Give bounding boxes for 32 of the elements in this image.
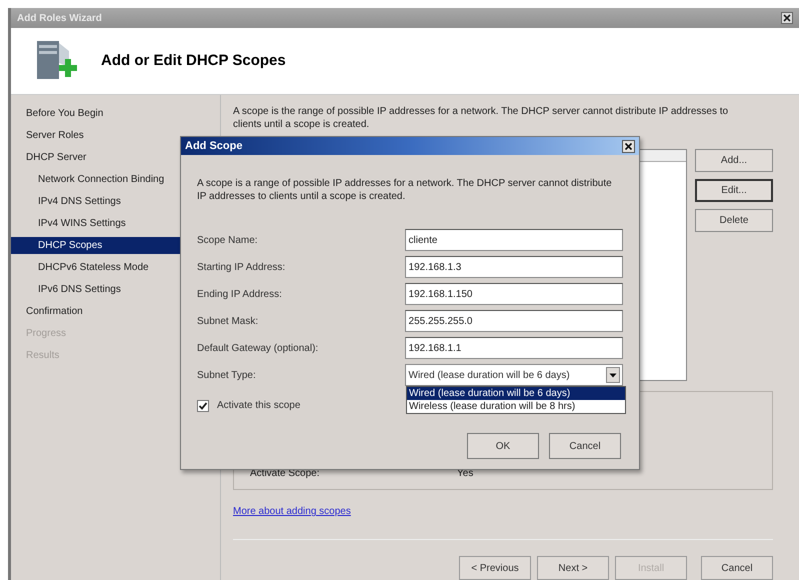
input-field[interactable]: 255.255.255.0 [404,310,623,332]
scope-button[interactable]: Add... [695,149,773,172]
dialog-button[interactable]: Cancel [549,433,621,459]
description-text: A scope is the range of possible IP addresses for a network. The DHCP server cannot distribute IP addresses to clients until a scope is created. [233,105,730,131]
scope-button[interactable]: Delete [695,209,773,232]
input-field[interactable]: 192.168.1.150 [404,283,623,305]
input-field[interactable]: 192.168.1.3 [404,256,623,278]
checkbox-label: Activate this scope [217,399,300,413]
dialog-button[interactable]: OK [467,433,539,459]
help-link[interactable]: More about adding scopes [233,504,351,519]
subnet-type-dropdown[interactable]: Wired (lease duration will be 6 days) [404,364,623,386]
dialog-title: Add Scope [185,138,242,154]
dropdown-option[interactable]: Wired (lease duration will be 6 days) [407,387,625,400]
close-icon[interactable] [622,140,635,152]
field-label: Subnet Mask: [197,314,260,328]
wizard-button[interactable]: < Previous [459,556,531,580]
input-field[interactable]: 192.168.1.1 [404,337,623,359]
dropdown-option[interactable]: Wireless (lease duration will be 8 hrs) [407,400,625,413]
close-icon[interactable] [781,12,793,24]
dialog-description: A scope is a range of possible IP addresses for a network. The DHCP server cannot distribute IP addresses to clients until a scope is created. [197,177,613,203]
wizard-button[interactable]: Cancel [701,556,773,580]
field-label: Subnet Type: [197,368,257,382]
scope-button[interactable]: Edit... [695,179,773,202]
window-title: Add Roles Wizard [17,12,102,26]
page-heading: Add or Edit DHCP Scopes [101,50,286,71]
wizard-button[interactable]: Next > [537,556,609,580]
field-label: Default Gateway (optional): [197,342,320,356]
input-field[interactable]: cliente [404,229,623,251]
checkbox[interactable] [197,400,209,412]
step-item[interactable]: Before You Begin [11,105,220,122]
field-label: Starting IP Address: [197,260,286,274]
field-label: Ending IP Address: [197,288,283,302]
